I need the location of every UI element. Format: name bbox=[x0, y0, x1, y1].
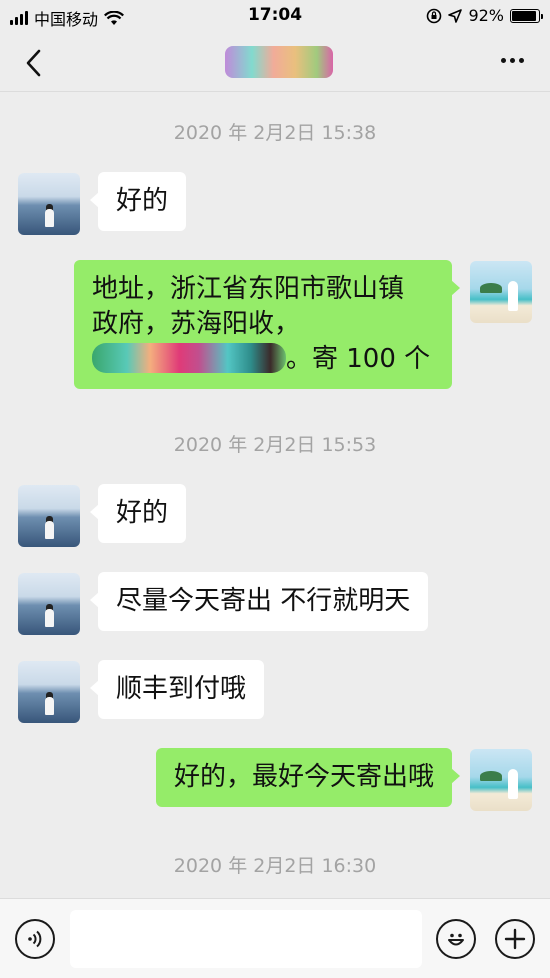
my-avatar[interactable] bbox=[470, 749, 532, 811]
plus-icon bbox=[504, 928, 526, 950]
voice-icon bbox=[28, 930, 42, 948]
input-bar bbox=[0, 898, 550, 978]
my-avatar[interactable] bbox=[470, 261, 532, 323]
message-text: 好的 bbox=[116, 186, 169, 216]
location-icon bbox=[448, 8, 463, 23]
message-text-line: 政府，苏海阳收， bbox=[92, 309, 301, 339]
contact-avatar[interactable] bbox=[18, 573, 80, 635]
message-text: 好的 bbox=[116, 498, 169, 528]
message-text: 顺丰到付哦 bbox=[116, 674, 247, 704]
message-list: 2020 年 2月2日 15:38 好的 地址，浙江省东阳市歌山镇 政府，苏海阳… bbox=[0, 93, 550, 898]
battery-percent: 92% bbox=[468, 6, 504, 25]
message-bubble-received[interactable]: 好的 bbox=[89, 484, 187, 543]
message-bubble-received[interactable]: 尽量今天寄出 不行就明天 bbox=[89, 572, 429, 631]
timestamp: 2020 年 2月2日 15:53 bbox=[173, 434, 377, 456]
message-text: 尽量今天寄出 不行就明天 bbox=[116, 586, 411, 616]
message-bubble-received[interactable]: 顺丰到付哦 bbox=[89, 660, 265, 719]
contact-avatar[interactable] bbox=[18, 661, 80, 723]
timestamp: 2020 年 2月2日 16:30 bbox=[173, 855, 377, 877]
orientation-lock-icon bbox=[427, 8, 442, 23]
more-options-button[interactable] bbox=[501, 58, 524, 63]
chevron-left-icon bbox=[26, 49, 41, 77]
battery-icon bbox=[510, 8, 543, 23]
timestamp: 2020 年 2月2日 15:38 bbox=[173, 122, 377, 144]
more-functions-button[interactable] bbox=[495, 919, 535, 959]
message-bubble-received[interactable]: 好的 bbox=[89, 172, 187, 231]
message-bubble-sent[interactable]: 好的，最好今天寄出哦 bbox=[155, 748, 461, 807]
chat-header bbox=[0, 34, 550, 92]
status-right: 92% bbox=[426, 6, 543, 25]
message-text-line: 地址，浙江省东阳市歌山镇 bbox=[92, 274, 405, 304]
emoji-icon bbox=[448, 933, 464, 946]
redacted-phone-number bbox=[92, 343, 286, 373]
status-bar: 中国移动 17:04 92% bbox=[0, 0, 550, 34]
ellipsis-icon bbox=[501, 58, 506, 63]
message-text: 好的，最好今天寄出哦 bbox=[173, 762, 434, 792]
message-input[interactable] bbox=[70, 910, 422, 968]
back-button[interactable] bbox=[18, 46, 48, 80]
message-bubble-sent[interactable]: 地址，浙江省东阳市歌山镇 政府，苏海阳收， 。寄 100 个 bbox=[74, 260, 460, 389]
message-text-line: 。寄 100 个 bbox=[92, 342, 434, 377]
contact-avatar[interactable] bbox=[18, 173, 80, 235]
battery-fill bbox=[512, 10, 536, 21]
contact-name-redacted bbox=[225, 46, 333, 78]
voice-button[interactable] bbox=[15, 919, 55, 959]
contact-avatar[interactable] bbox=[18, 485, 80, 547]
emoji-button[interactable] bbox=[436, 919, 476, 959]
